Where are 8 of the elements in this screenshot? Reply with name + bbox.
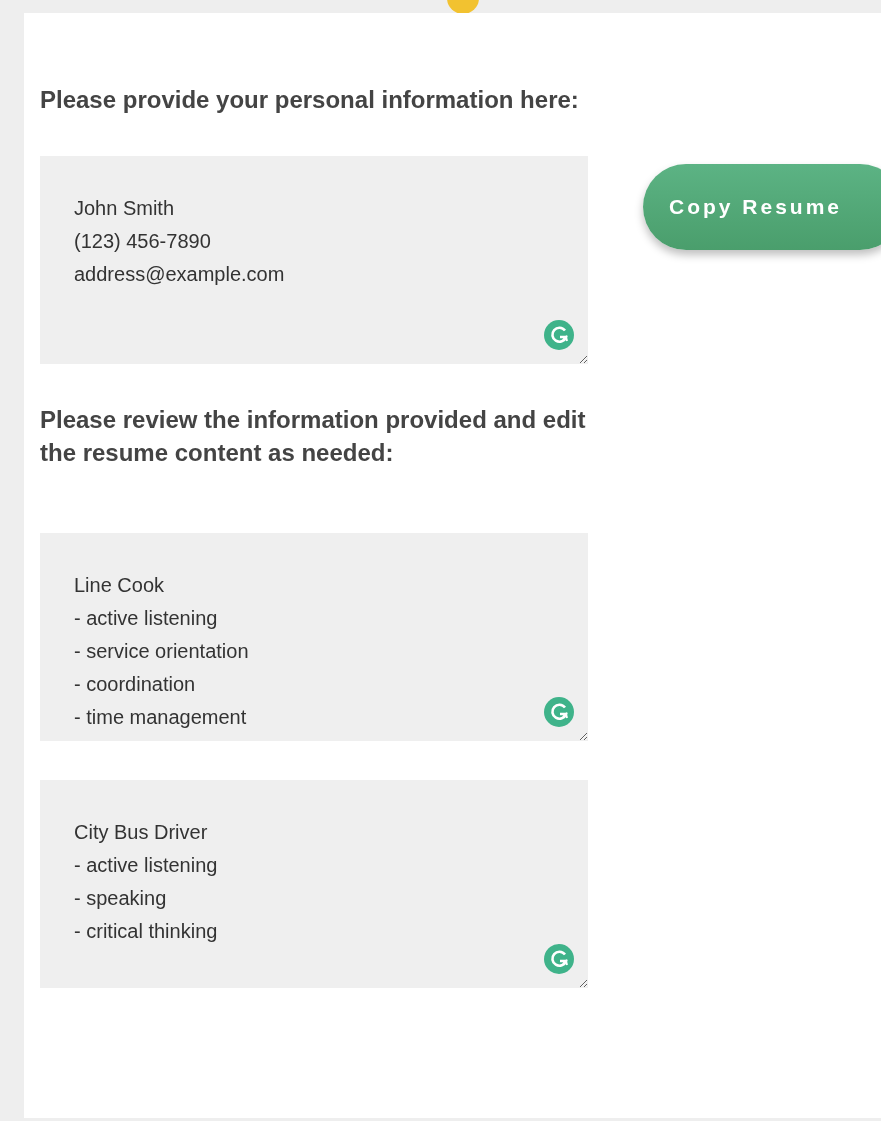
resume-text-area[interactable]: City Bus Driver - active listening - speaking - critical thinking — [40, 780, 588, 988]
resume-text-area[interactable]: Line Cook - active listening - service orientation - coordination - time management — [40, 533, 588, 741]
prompt-heading: Please review the information provided and edit the resume content as needed: — [40, 405, 587, 468]
resume-text-area[interactable]: John Smith (123) 456-7890 address@example.com — [40, 156, 588, 364]
grammar-check-icon[interactable] — [544, 320, 574, 350]
grammar-check-icon[interactable] — [544, 944, 574, 974]
grammar-check-icon[interactable] — [544, 697, 574, 727]
prompt-heading: Please provide your personal information here: — [40, 85, 580, 115]
